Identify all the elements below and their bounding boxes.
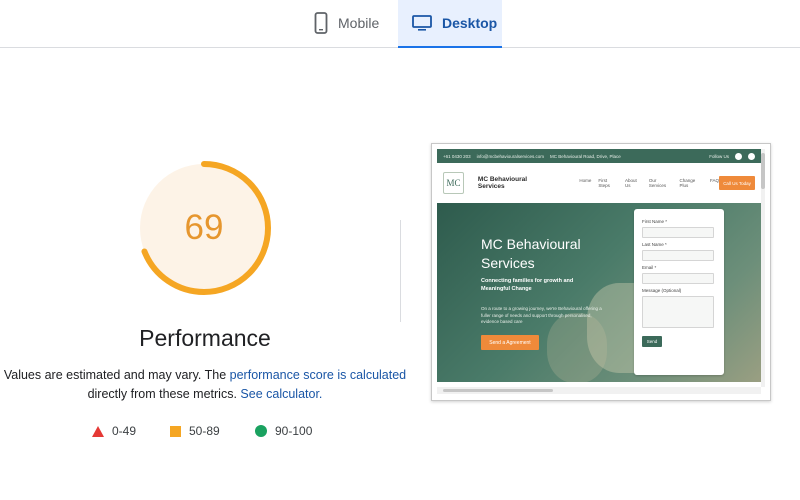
site-nav-links: Home First Steps About Us Our Services C…: [579, 178, 719, 188]
thumbnail-vertical-scrollbar: [761, 149, 765, 387]
legend-item-average: 50-89: [170, 423, 220, 439]
site-navbar: MC MC Behavioural Services Home First St…: [437, 163, 761, 203]
orange-square-icon: [170, 425, 181, 437]
vertical-divider: [400, 220, 401, 322]
legend-item-poor: 0-49: [92, 423, 136, 439]
site-nav-item: Home: [579, 178, 592, 183]
site-nav-item: Our Services: [648, 178, 667, 188]
site-phone: +61 0430 203: [443, 153, 471, 159]
legend-range-average: 50-89: [189, 424, 220, 438]
legend-item-good: 90-100: [255, 423, 312, 439]
performance-score-value: 69: [184, 208, 224, 247]
form-first-name-label: First Name *: [642, 219, 668, 224]
legend-range-poor: 0-49: [112, 424, 137, 438]
form-first-name-field: [642, 227, 714, 238]
form-message-field: [642, 296, 714, 328]
site-hero: MC Behavioural Services Connecting famil…: [437, 203, 761, 382]
hero-subtitle: Connecting families for growth and Meani…: [481, 278, 574, 292]
hero-button: Send a Agreement: [481, 335, 539, 350]
description-middle: directly from these metrics.: [87, 387, 241, 401]
site-nav-item: First Steps: [598, 178, 610, 188]
facebook-icon: [735, 152, 742, 160]
tab-mobile[interactable]: Mobile: [314, 0, 394, 46]
performance-title: Performance: [139, 325, 271, 351]
form-email-label: Email *: [642, 265, 657, 270]
description-prefix: Values are estimated and may vary. The: [3, 368, 230, 382]
site-cta-button: Call Us Today: [719, 176, 755, 190]
monitor-icon: [412, 15, 432, 31]
site-nav-item: Change Plus: [679, 178, 696, 188]
site-address: MC Behavioural Road, Drive, Place: [550, 153, 621, 159]
tab-mobile-label: Mobile: [338, 15, 380, 31]
score-description: Values are estimated and may vary. The p…: [0, 366, 410, 404]
form-last-name-label: Last Name *: [642, 242, 667, 247]
hero-body: On a route to a growing journey, we're B…: [481, 306, 602, 324]
hero-title: MC Behavioural Services: [481, 236, 581, 271]
form-send-button: Send: [642, 336, 662, 347]
form-last-name-field: [642, 250, 714, 261]
smartphone-icon: [314, 12, 328, 34]
site-email: info@mcbehaviouralservices.com: [476, 153, 545, 159]
site-nav-item: FAQ: [710, 178, 720, 183]
red-triangle-icon: [92, 425, 104, 437]
see-calculator-link[interactable]: See calculator.: [240, 387, 322, 401]
legend-range-good: 90-100: [275, 424, 313, 438]
device-tabs: Mobile Desktop: [0, 0, 800, 48]
green-circle-icon: [255, 425, 267, 437]
site-brand: MC Behavioural Services: [477, 176, 528, 190]
page-screenshot-thumbnail: +61 0430 203 info@mcbehaviouralservices.…: [431, 143, 771, 401]
site-nav-item: About Us: [624, 178, 637, 188]
contact-form: First Name * Last Name * Email * Message…: [634, 209, 724, 375]
tab-desktop[interactable]: Desktop: [398, 0, 502, 48]
form-message-label: Message (Optional): [642, 288, 682, 293]
instagram-icon: [748, 152, 755, 160]
performance-score-link[interactable]: performance score is calculated: [230, 368, 406, 382]
site-logo: MC: [443, 172, 464, 194]
site-topbar: +61 0430 203 info@mcbehaviouralservices.…: [437, 149, 761, 163]
tab-desktop-label: Desktop: [442, 15, 498, 31]
form-email-field: [642, 273, 714, 284]
site-follow: Follow Us: [709, 153, 729, 159]
thumbnail-horizontal-scrollbar: [437, 387, 761, 394]
